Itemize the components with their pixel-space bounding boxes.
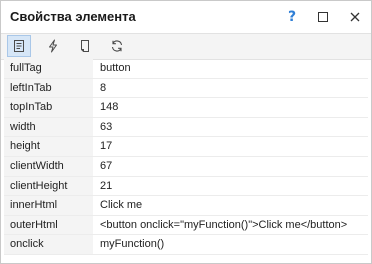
property-value[interactable]: 8	[100, 79, 368, 98]
property-value[interactable]: <button onclick="myFunction()">Click me<…	[100, 216, 368, 235]
property-row[interactable]: clientHeight 21	[4, 176, 368, 197]
property-key: width	[4, 117, 93, 137]
title-bar[interactable]: Свойства элемента ?	[1, 1, 371, 33]
property-value[interactable]: myFunction()	[100, 235, 368, 254]
property-value[interactable]: 63	[100, 118, 368, 137]
close-button[interactable]	[344, 6, 366, 28]
properties-grid: fullTag button leftInTab 8 topInTab 148 …	[4, 59, 368, 255]
property-value[interactable]: 21	[100, 177, 368, 196]
property-row[interactable]: height 17	[4, 137, 368, 157]
maximize-button[interactable]	[312, 6, 334, 28]
property-row[interactable]: width 63	[4, 117, 368, 138]
property-key: outerHtml	[4, 215, 93, 235]
property-row[interactable]: topInTab 148	[4, 98, 368, 118]
element-properties-window: Свойства элемента ? fullTag button leftI…	[0, 0, 372, 264]
property-key: height	[4, 137, 93, 156]
property-row[interactable]: leftInTab 8	[4, 78, 368, 99]
window-title: Свойства элемента	[10, 9, 136, 24]
property-row[interactable]: onclick myFunction()	[4, 235, 368, 255]
property-key: clientHeight	[4, 176, 93, 196]
property-key: fullTag	[4, 59, 93, 78]
property-value[interactable]: button	[100, 59, 368, 78]
properties-icon	[14, 40, 24, 52]
page-icon	[81, 40, 89, 52]
property-value[interactable]: Click me	[100, 196, 368, 215]
toolbar	[1, 33, 371, 60]
property-row[interactable]: outerHtml <button onclick="myFunction()"…	[4, 215, 368, 236]
property-key: topInTab	[4, 98, 93, 117]
property-value[interactable]: 17	[100, 137, 368, 156]
property-value[interactable]: 148	[100, 98, 368, 117]
events-tool-button[interactable]	[41, 35, 65, 57]
help-button[interactable]: ?	[281, 6, 303, 28]
property-key: innerHtml	[4, 196, 93, 215]
property-key: onclick	[4, 235, 93, 254]
property-value[interactable]: 67	[100, 157, 368, 176]
events-lightning-icon	[49, 39, 57, 53]
page-tool-button[interactable]	[73, 35, 97, 57]
properties-tool-button[interactable]	[7, 35, 31, 57]
maximize-icon	[318, 12, 328, 22]
refresh-tool-button[interactable]	[105, 35, 129, 57]
refresh-icon	[111, 40, 123, 52]
property-row[interactable]: innerHtml Click me	[4, 196, 368, 216]
property-key: clientWidth	[4, 156, 93, 176]
property-row[interactable]: clientWidth 67	[4, 156, 368, 177]
close-icon	[350, 12, 360, 22]
property-key: leftInTab	[4, 78, 93, 98]
property-row[interactable]: fullTag button	[4, 59, 368, 79]
